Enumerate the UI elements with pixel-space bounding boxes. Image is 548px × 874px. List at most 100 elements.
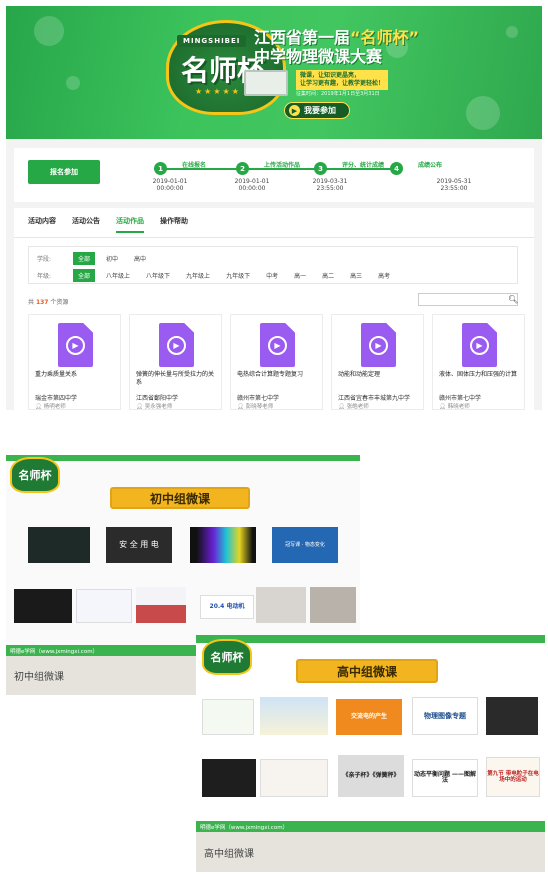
content-panel: 活动内容 活动公告 活动作品 操作帮助 学段: 全部 初中 高中 年级: 全部 … [14,208,534,410]
signup-button[interactable]: 报名参加 [28,160,100,184]
filter-box: 学段: 全部 初中 高中 年级: 全部 八年级上 八年级下 九年级上 九年级下 … [28,246,518,284]
video-thumbnail[interactable] [76,589,132,623]
filter-label: 年级: [37,273,52,280]
video-thumbnail[interactable] [310,587,356,623]
top-stripe [196,635,545,643]
banner-slogan: 微课，让知识更晶亮， 让学习更有趣，让教学更轻松！ [296,70,389,90]
work-teacher: 👤︎ 杨明老师 [35,404,66,410]
filter-chip[interactable]: 初中 [101,252,123,265]
filter-chip[interactable]: 八年级下 [141,269,175,282]
slogan-line1: 微课，让知识更晶亮， [300,72,361,79]
video-thumbnail[interactable] [260,697,328,735]
filter-chip[interactable]: 高考 [373,269,395,282]
work-card[interactable]: ▶ 重力乘质量关系 瑞金市第四中学 👤︎ 杨明老师 [28,314,121,410]
step-number: 2 [236,162,249,175]
title-line1: 江西省第一届 [254,28,351,47]
step-date: 2019-01-01 00:00:00 [234,178,270,192]
work-title: 重力乘质量关系 [35,371,78,378]
filter-chip[interactable]: 高一 [289,269,311,282]
video-thumbnail[interactable] [28,527,90,563]
result-number: 137 [35,299,49,306]
decor-bubble [34,16,64,46]
work-card[interactable]: ▶ 动能和动能定理 江西省宜春市丰城第九中学 👤︎ 张皓老师 [331,314,424,410]
video-file-icon: ▶ [159,323,194,367]
site-footer: 明德e学网（www.jxmingxi.com） [6,645,196,656]
contest-banner: MINGSHIBEI 名师杯 ★★★★★ 江西省第一届“名师杯” 中学物理微课大… [6,6,542,139]
step-date: 2019-03-31 23:55:00 [312,178,348,192]
video-thumbnail[interactable] [256,587,306,623]
tab-activity-content[interactable]: 活动内容 [28,216,56,233]
search-input[interactable] [418,293,518,306]
video-file-icon: ▶ [260,323,295,367]
play-icon: ▶ [66,336,85,355]
video-thumbnail[interactable] [14,589,72,623]
video-thumbnail[interactable] [202,699,254,735]
filter-chip[interactable]: 全部 [73,252,96,265]
collage-area: 名师杯 初中组微课 安 全 用 电 冠写课 · 物态变化 20.4 电动机 [6,455,360,645]
step-name: 上传活动作品 [264,162,301,169]
step-number: 3 [314,162,327,175]
work-teacher: 👤︎ 韩晓老师 [439,404,470,410]
work-teacher: 👤︎ 张皓老师 [338,404,369,410]
filter-chip[interactable]: 九年级上 [181,269,215,282]
work-card[interactable]: ▶ 电热综合计算题专题复习 赣州市第七中学 👤︎ 彭晓琴老师 [230,314,323,410]
work-card[interactable]: ▶ 弹簧的伸长量与所受拉力的关系 江西省鄱阳中学 👤︎ 吴永强老师 [129,314,222,410]
play-icon: ▶ [167,336,186,355]
step-number: 4 [390,162,403,175]
work-title: 液体、固体压力和压强的计算 [439,371,518,378]
laptop-icon [244,70,288,96]
work-teacher: 👤︎ 彭晓琴老师 [237,404,274,410]
caption: 初中组微课 [6,656,196,695]
tab-bar: 活动内容 活动公告 活动作品 操作帮助 [28,216,188,233]
video-thumbnail[interactable] [202,759,256,797]
filter-chip[interactable]: 九年级下 [221,269,255,282]
video-thumbnail[interactable] [190,527,256,563]
result-count: 共 137 个资源 [28,299,69,306]
video-thumbnail[interactable]: 物理图像专题 [412,697,478,735]
work-card[interactable]: ▶ 液体、固体压力和压强的计算 赣州市第七中学 👤︎ 韩晓老师 [432,314,525,410]
filter-chip[interactable]: 八年级上 [101,269,135,282]
work-teacher: 👤︎ 吴永强老师 [136,404,173,410]
video-thumbnail[interactable]: 冠写课 · 物态变化 [272,527,338,563]
video-thumbnail[interactable] [136,587,186,623]
group-title: 初中组微课 [110,487,250,509]
group-title: 高中组微课 [296,659,438,683]
video-thumbnail[interactable]: 《亲子杯》《弹簧秤》 [338,755,404,797]
works-list: ▶ 重力乘质量关系 瑞金市第四中学 👤︎ 杨明老师 ▶ 弹簧的伸长量与所受拉力的… [28,314,525,410]
video-thumbnail[interactable] [260,759,328,797]
work-school: 江西省宜春市丰城第九中学 [338,395,411,402]
tab-announcements[interactable]: 活动公告 [72,216,100,233]
site-footer: 明德e学网（www.jxmingxi.com） [196,821,545,832]
high-school-collage: 名师杯 高中组微课 交流电的产生 物理图像专题 《亲子杯》《弹簧秤》 动态平衡问… [196,635,545,872]
stage-filter: 学段: 全部 初中 高中 [37,252,151,265]
mingshibei-logo: 名师杯 [10,457,60,493]
filter-chip[interactable]: 全部 [73,269,96,282]
filter-chip[interactable]: 高二 [317,269,339,282]
step-name: 成绩公布 [418,162,443,169]
caption: 高中组微课 [196,832,545,872]
video-thumbnail[interactable]: 动态平衡问题 ——图解法 [412,759,478,797]
step-name: 在线报名 [182,162,207,169]
tab-help[interactable]: 操作帮助 [160,216,188,233]
filter-chip[interactable]: 高中 [129,252,151,265]
search-icon[interactable]: 🔍︎ [508,295,518,304]
join-label: 我要参加 [304,106,336,115]
banner-title: 江西省第一届“名师杯” 中学物理微课大赛 [254,28,419,66]
filter-chip[interactable]: 高三 [345,269,367,282]
grade-filter: 年级: 全部 八年级上 八年级下 九年级上 九年级下 中考 高一 高二 高三 高… [37,269,395,282]
video-thumbnail[interactable]: 20.4 电动机 [200,595,254,619]
work-school: 瑞金市第四中学 [35,395,78,402]
video-thumbnail[interactable]: 安 全 用 电 [106,527,172,563]
tab-works[interactable]: 活动作品 [116,216,144,233]
video-thumbnail[interactable]: 交流电的产生 [336,699,402,735]
divider [14,237,534,238]
play-icon: ▶ [470,336,489,355]
join-button[interactable]: ▶ 我要参加 [284,102,350,119]
play-icon: ▶ [369,336,388,355]
arrow-right-icon: ▶ [289,105,300,116]
video-thumbnail[interactable]: 第九节 带电粒子在电场中的运动 [486,757,540,797]
mingshibei-logo: 名师杯 [202,639,252,675]
step-date: 2019-05-31 23:55:00 [436,178,472,192]
filter-chip[interactable]: 中考 [261,269,283,282]
video-thumbnail[interactable] [486,697,538,735]
